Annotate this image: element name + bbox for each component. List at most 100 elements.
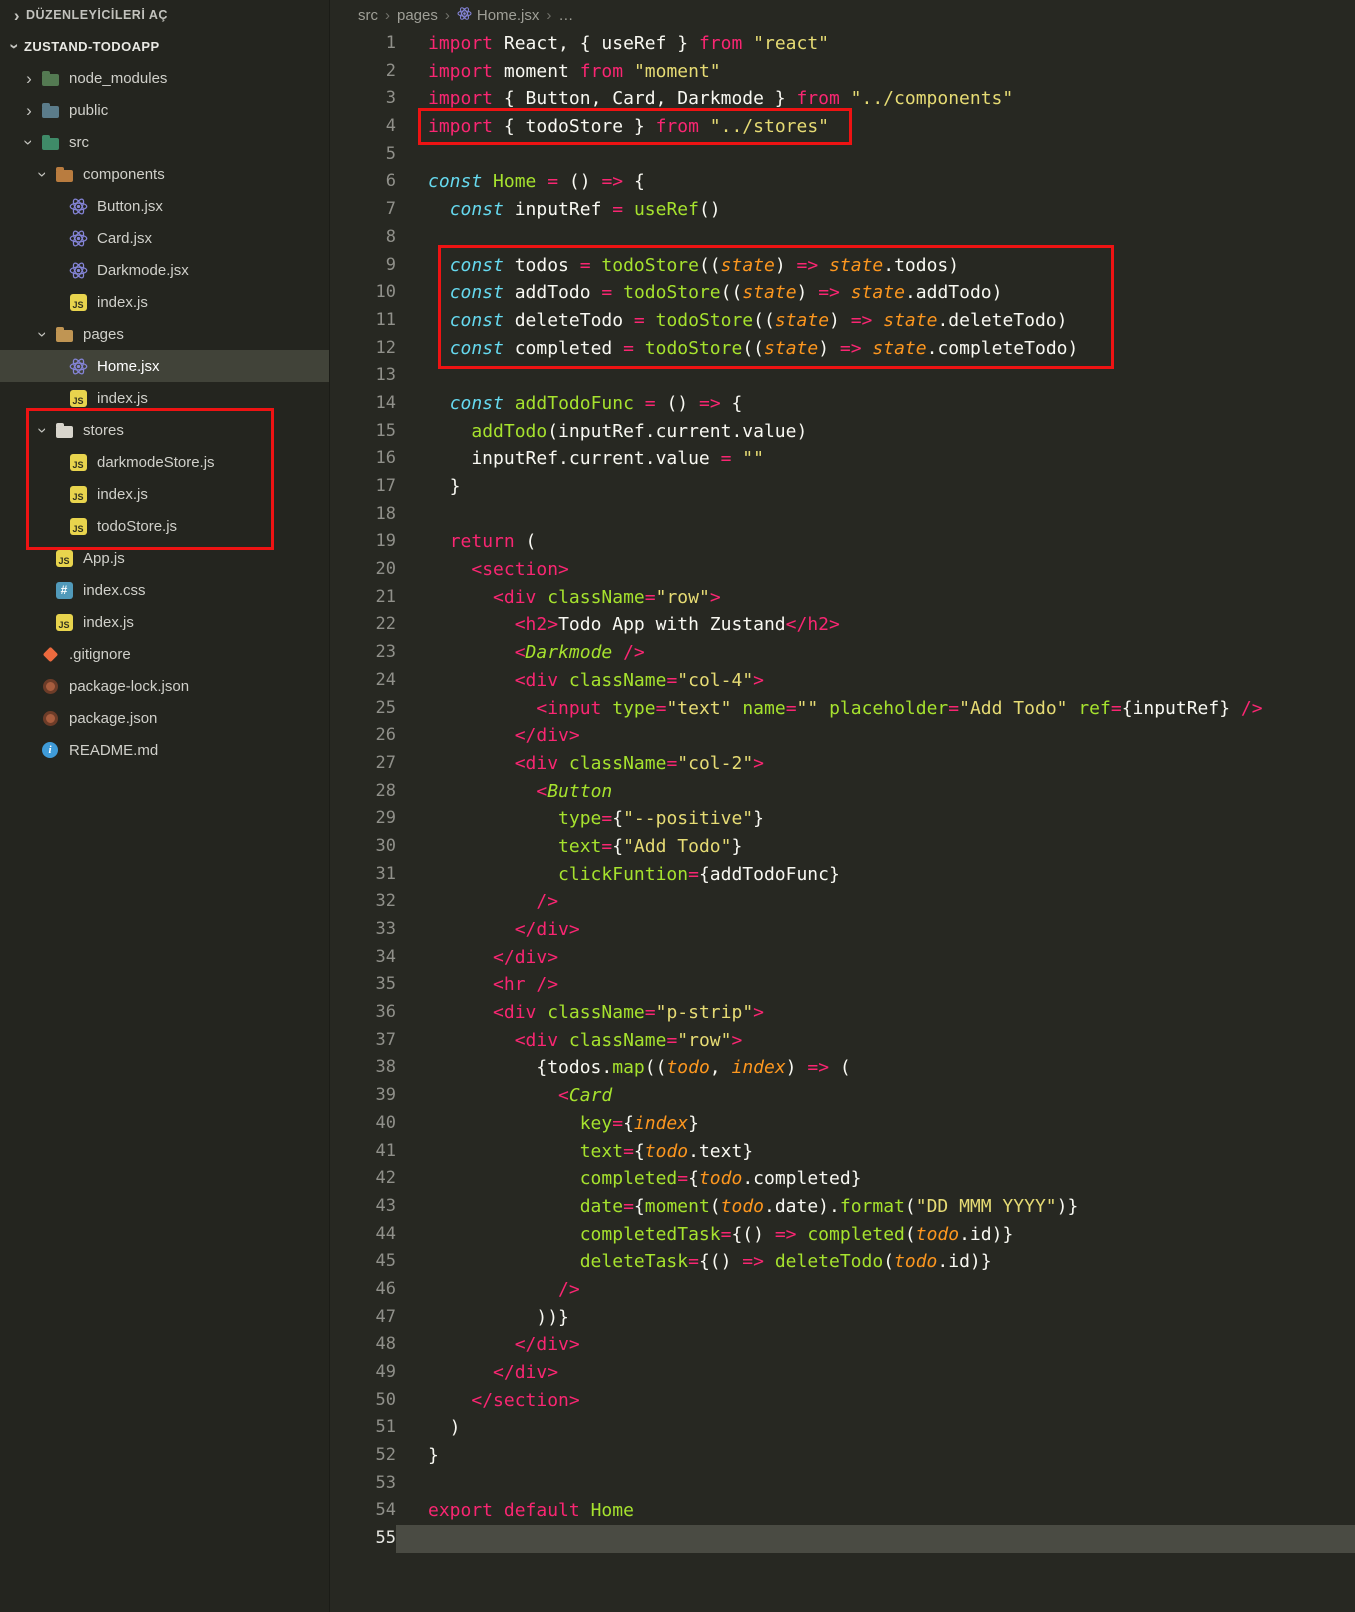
code-line[interactable]: 34 </div> bbox=[330, 944, 1355, 972]
code-line[interactable]: 47 ))} bbox=[330, 1304, 1355, 1332]
tree-item-home-jsx[interactable]: Home.jsx bbox=[0, 350, 329, 382]
code-line[interactable]: 10 const addTodo = todoStore((state) => … bbox=[330, 279, 1355, 307]
line-number[interactable]: 18 bbox=[330, 501, 396, 529]
line-number[interactable]: 29 bbox=[330, 805, 396, 833]
chevron-expanded-icon[interactable]: › bbox=[35, 325, 52, 343]
chevron-expanded-icon[interactable]: › bbox=[21, 133, 38, 151]
project-root-item[interactable]: › ZUSTAND-TODOAPP bbox=[0, 30, 329, 62]
tree-item-public[interactable]: ›public bbox=[0, 94, 329, 126]
line-number[interactable]: 54 bbox=[330, 1497, 396, 1525]
line-number[interactable]: 28 bbox=[330, 778, 396, 806]
tree-item-readme-md[interactable]: iREADME.md bbox=[0, 734, 329, 766]
tree-item-gitignore[interactable]: .gitignore bbox=[0, 638, 329, 670]
line-number[interactable]: 20 bbox=[330, 556, 396, 584]
tree-item-index-js[interactable]: JSindex.js bbox=[0, 606, 329, 638]
code-line[interactable]: 23 <Darkmode /> bbox=[330, 639, 1355, 667]
code-line[interactable]: 18 bbox=[330, 501, 1355, 529]
code-line[interactable]: 33 </div> bbox=[330, 916, 1355, 944]
code-line[interactable]: 24 <div className="col-4"> bbox=[330, 667, 1355, 695]
line-number[interactable]: 4 bbox=[330, 113, 396, 141]
line-number[interactable]: 25 bbox=[330, 695, 396, 723]
tree-item-node-modules[interactable]: ›node_modules bbox=[0, 62, 329, 94]
code-line[interactable]: 38 {todos.map((todo, index) => ( bbox=[330, 1054, 1355, 1082]
line-number[interactable]: 37 bbox=[330, 1027, 396, 1055]
line-number[interactable]: 42 bbox=[330, 1165, 396, 1193]
line-number[interactable]: 31 bbox=[330, 861, 396, 889]
breadcrumb-item-more[interactable]: … bbox=[558, 7, 573, 24]
line-number[interactable]: 44 bbox=[330, 1221, 396, 1249]
code-line[interactable]: 25 <input type="text" name="" placeholde… bbox=[330, 695, 1355, 723]
code-line[interactable]: 50 </section> bbox=[330, 1387, 1355, 1415]
code-line[interactable]: 3import { Button, Card, Darkmode } from … bbox=[330, 85, 1355, 113]
line-number[interactable]: 26 bbox=[330, 722, 396, 750]
line-number[interactable]: 33 bbox=[330, 916, 396, 944]
line-number[interactable]: 22 bbox=[330, 611, 396, 639]
line-number[interactable]: 15 bbox=[330, 418, 396, 446]
line-number[interactable]: 40 bbox=[330, 1110, 396, 1138]
line-number[interactable]: 17 bbox=[330, 473, 396, 501]
tree-item-index-css[interactable]: #index.css bbox=[0, 574, 329, 606]
chevron-expanded-icon[interactable]: › bbox=[35, 421, 52, 439]
line-number[interactable]: 19 bbox=[330, 528, 396, 556]
line-number[interactable]: 53 bbox=[330, 1470, 396, 1498]
line-number[interactable]: 13 bbox=[330, 362, 396, 390]
code-line[interactable]: 45 deleteTask={() => deleteTodo(todo.id)… bbox=[330, 1248, 1355, 1276]
line-number[interactable]: 41 bbox=[330, 1138, 396, 1166]
code-line[interactable]: 52} bbox=[330, 1442, 1355, 1470]
line-number[interactable]: 50 bbox=[330, 1387, 396, 1415]
line-number[interactable]: 11 bbox=[330, 307, 396, 335]
chevron-collapsed-icon[interactable]: › bbox=[20, 102, 38, 119]
code-line[interactable]: 30 text={"Add Todo"} bbox=[330, 833, 1355, 861]
line-number[interactable]: 6 bbox=[330, 168, 396, 196]
code-line[interactable]: 53 bbox=[330, 1470, 1355, 1498]
code-line[interactable]: 2import moment from "moment" bbox=[330, 58, 1355, 86]
code-line[interactable]: 22 <h2>Todo App with Zustand</h2> bbox=[330, 611, 1355, 639]
code-line[interactable]: 32 /> bbox=[330, 888, 1355, 916]
tree-item-index-js[interactable]: JSindex.js bbox=[0, 286, 329, 318]
line-number[interactable]: 3 bbox=[330, 85, 396, 113]
line-number[interactable]: 10 bbox=[330, 279, 396, 307]
line-number[interactable]: 55 bbox=[330, 1525, 396, 1553]
code-line[interactable]: 14 const addTodoFunc = () => { bbox=[330, 390, 1355, 418]
chevron-expanded-icon[interactable]: › bbox=[35, 165, 52, 183]
code-line[interactable]: 28 <Button bbox=[330, 778, 1355, 806]
code-line[interactable]: 19 return ( bbox=[330, 528, 1355, 556]
code-line[interactable]: 41 text={todo.text} bbox=[330, 1138, 1355, 1166]
breadcrumb-item-src[interactable]: src bbox=[358, 7, 378, 24]
breadcrumb-item-home-jsx[interactable]: Home.jsx bbox=[457, 6, 540, 25]
code-line[interactable]: 29 type={"--positive"} bbox=[330, 805, 1355, 833]
code-line[interactable]: 21 <div className="row"> bbox=[330, 584, 1355, 612]
line-number[interactable]: 27 bbox=[330, 750, 396, 778]
line-number[interactable]: 2 bbox=[330, 58, 396, 86]
code-line[interactable]: 55 bbox=[330, 1525, 1355, 1553]
code-line[interactable]: 9 const todos = todoStore((state) => sta… bbox=[330, 252, 1355, 280]
tree-item-src[interactable]: ›src bbox=[0, 126, 329, 158]
line-number[interactable]: 49 bbox=[330, 1359, 396, 1387]
chevron-collapsed-icon[interactable]: › bbox=[20, 70, 38, 87]
line-number[interactable]: 47 bbox=[330, 1304, 396, 1332]
code-line[interactable]: 1import React, { useRef } from "react" bbox=[330, 30, 1355, 58]
code-line[interactable]: 12 const completed = todoStore((state) =… bbox=[330, 335, 1355, 363]
line-number[interactable]: 45 bbox=[330, 1248, 396, 1276]
line-number[interactable]: 21 bbox=[330, 584, 396, 612]
tree-item-darkmodestore-js[interactable]: JSdarkmodeStore.js bbox=[0, 446, 329, 478]
open-editors-header[interactable]: › DÜZENLEYİCİLERİ AÇ bbox=[0, 0, 329, 30]
line-number[interactable]: 43 bbox=[330, 1193, 396, 1221]
code-line[interactable]: 11 const deleteTodo = todoStore((state) … bbox=[330, 307, 1355, 335]
line-number[interactable]: 14 bbox=[330, 390, 396, 418]
code-line[interactable]: 26 </div> bbox=[330, 722, 1355, 750]
code-line[interactable]: 31 clickFuntion={addTodoFunc} bbox=[330, 861, 1355, 889]
line-number[interactable]: 16 bbox=[330, 445, 396, 473]
code-line[interactable]: 7 const inputRef = useRef() bbox=[330, 196, 1355, 224]
tree-item-package-lock-json[interactable]: package-lock.json bbox=[0, 670, 329, 702]
code-line[interactable]: 48 </div> bbox=[330, 1331, 1355, 1359]
tree-item-pages[interactable]: ›pages bbox=[0, 318, 329, 350]
code-line[interactable]: 51 ) bbox=[330, 1414, 1355, 1442]
tree-item-index-js[interactable]: JSindex.js bbox=[0, 478, 329, 510]
code-line[interactable]: 44 completedTask={() => completed(todo.i… bbox=[330, 1221, 1355, 1249]
code-line[interactable]: 46 /> bbox=[330, 1276, 1355, 1304]
code-line[interactable]: 40 key={index} bbox=[330, 1110, 1355, 1138]
code-line[interactable]: 35 <hr /> bbox=[330, 971, 1355, 999]
code-line[interactable]: 54export default Home bbox=[330, 1497, 1355, 1525]
code-line[interactable]: 4import { todoStore } from "../stores" bbox=[330, 113, 1355, 141]
